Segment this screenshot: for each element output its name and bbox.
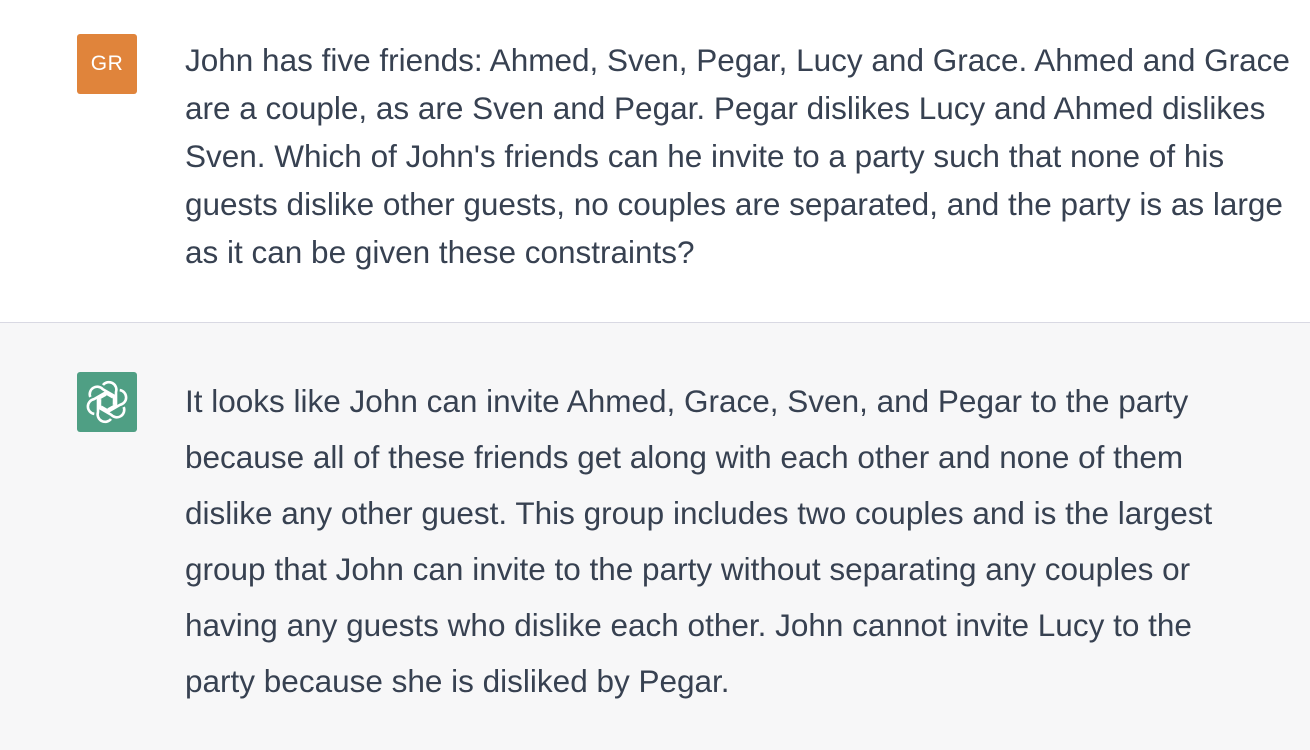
assistant-avatar (77, 372, 137, 432)
assistant-message-text: It looks like John can invite Ahmed, Gra… (185, 383, 1213, 699)
user-message: GR John has five friends: Ahmed, Sven, P… (0, 0, 1310, 323)
user-avatar-initials: GR (90, 52, 124, 75)
chat-page: GR John has five friends: Ahmed, Sven, P… (0, 0, 1310, 750)
user-avatar: GR (77, 34, 137, 94)
assistant-message: It looks like John can invite Ahmed, Gra… (0, 323, 1310, 750)
openai-logo-icon (86, 380, 128, 424)
user-message-text: John has five friends: Ahmed, Sven, Pega… (185, 42, 1290, 270)
